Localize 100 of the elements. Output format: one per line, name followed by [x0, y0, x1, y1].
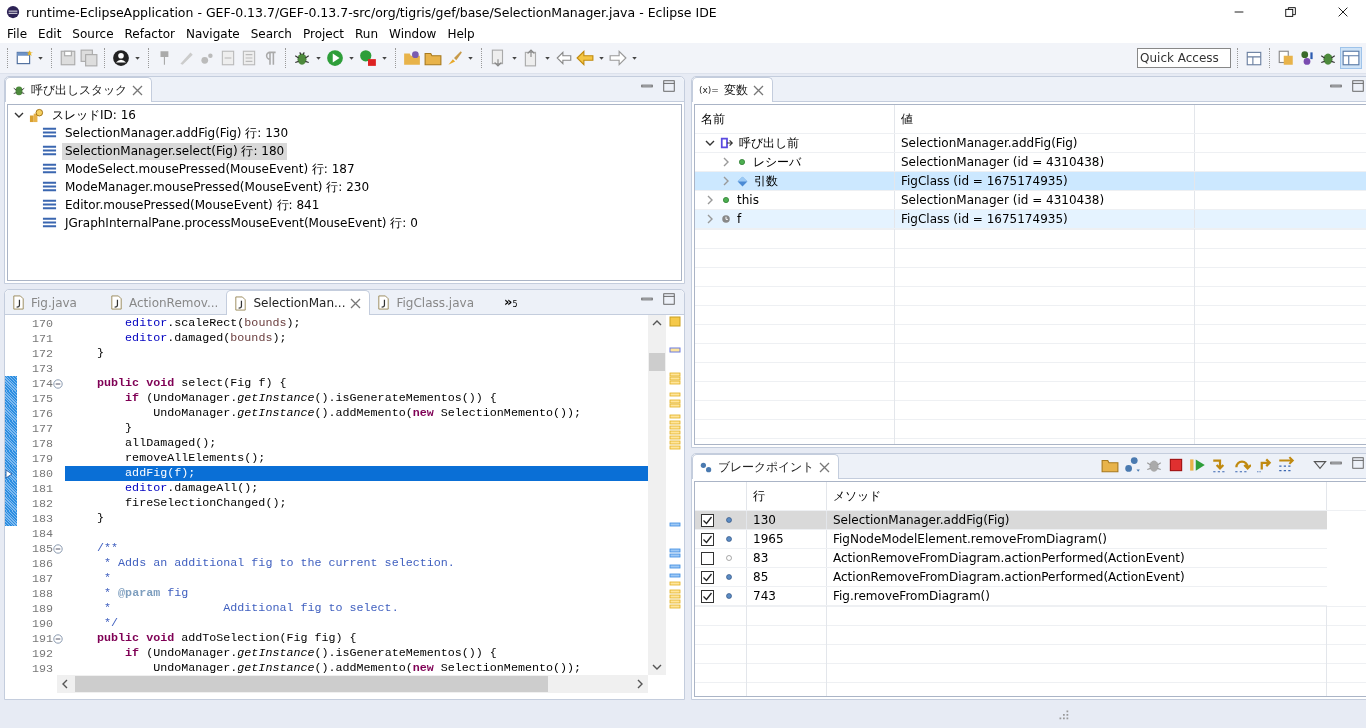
thread-label[interactable]: スレッドID: 16: [49, 106, 139, 124]
menu-item[interactable]: File: [2, 26, 34, 41]
menu-item[interactable]: Source: [67, 26, 120, 41]
breakpoints-icon: [699, 460, 713, 474]
collapse-icon[interactable]: [53, 378, 63, 389]
stack-frame[interactable]: Editor.mousePressed(MouseEvent) 行: 841: [62, 196, 323, 214]
chevron-right-icon[interactable]: [721, 176, 731, 186]
open-perspective-icon[interactable]: [1245, 49, 1263, 67]
resume-icon[interactable]: [1189, 456, 1207, 474]
scroll-thumb[interactable]: [649, 353, 665, 371]
maximize-icon[interactable]: [662, 79, 676, 93]
line-number: 743: [753, 589, 776, 603]
line-number: 187: [30, 571, 53, 586]
stack-frame[interactable]: JGraphInternalPane.processMouseEvent(MouseEvent) 行: 0: [62, 214, 421, 232]
maximize-icon[interactable]: [1351, 79, 1365, 93]
close-icon[interactable]: [350, 297, 362, 309]
variable-name[interactable]: 呼び出し前: [739, 134, 799, 152]
variable-name[interactable]: f: [737, 212, 742, 226]
method-name[interactable]: ActionRemoveFromDiagram.actionPerformed(ActionEvent): [833, 570, 1185, 584]
menu-item[interactable]: Navigate: [180, 26, 246, 41]
menu-item[interactable]: Window: [384, 26, 443, 41]
code-line: editor.scaleRect(bounds);: [124, 316, 301, 330]
line-number: 188: [30, 586, 53, 601]
variable-name[interactable]: レシーバ: [753, 153, 801, 171]
close-icon[interactable]: [132, 84, 143, 96]
restore-window-icon[interactable]: [1284, 5, 1298, 19]
line-number: 193: [30, 661, 53, 675]
line-number: 176: [30, 406, 53, 421]
close-window-icon[interactable]: [1336, 5, 1350, 19]
person-icon[interactable]: [112, 49, 130, 67]
method-name[interactable]: SelectionManager.addFig(Fig): [833, 513, 1010, 527]
drop-to-frame-icon[interactable]: [1277, 456, 1295, 474]
menu-item[interactable]: Help: [442, 26, 481, 41]
open-project-icon[interactable]: [403, 49, 421, 67]
chevron-right-icon[interactable]: [705, 195, 715, 205]
checkbox[interactable]: [701, 513, 714, 527]
collapse-icon[interactable]: [53, 633, 63, 644]
dot-icon: [720, 194, 732, 206]
maximize-icon[interactable]: [662, 292, 676, 306]
menu-item[interactable]: Search: [245, 26, 298, 41]
chevron-down-icon[interactable]: [14, 110, 24, 120]
variable-name[interactable]: 引数: [754, 172, 778, 190]
menu-item[interactable]: Project: [297, 26, 351, 41]
code-line: fireSelectionChanged();: [124, 496, 287, 510]
column-header[interactable]: メソッド: [833, 487, 881, 505]
save-all-icon[interactable]: [80, 49, 98, 67]
stack-frame[interactable]: ModeManager.mousePressed(MouseEvent) 行: 230: [62, 178, 373, 196]
checkbox[interactable]: [701, 570, 714, 584]
stack-frame[interactable]: SelectionManager.addFig(Fig) 行: 130: [62, 124, 292, 142]
variable-name[interactable]: this: [737, 193, 759, 207]
thread-icon: [29, 107, 44, 123]
column-header[interactable]: 行: [753, 487, 765, 505]
code-line: if (UndoManager.getInstance().isGenerateMementos()) {: [124, 391, 497, 405]
breakpoints-tab[interactable]: ブレークポイント: [692, 454, 839, 479]
close-icon[interactable]: [819, 461, 830, 473]
checkbox[interactable]: [701, 532, 714, 546]
clock-icon: [720, 213, 732, 225]
close-icon[interactable]: [752, 84, 764, 96]
window-title: runtime-EclipseApplication - GEF-0.13.7/GEF-0.13.7-src/org/tigris/gef/base/SelectionManager.java - Eclipse IDE: [26, 4, 718, 20]
horizontal-scrollbar[interactable]: [57, 675, 648, 693]
checkbox[interactable]: [701, 551, 714, 565]
menu-item[interactable]: Run: [350, 26, 385, 41]
chevron-right-icon[interactable]: [705, 214, 715, 224]
stack-frame[interactable]: ModeSelect.mousePressed(MouseEvent) 行: 187: [62, 160, 358, 178]
scroll-thumb[interactable]: [75, 676, 548, 692]
new-window-icon[interactable]: [15, 49, 33, 67]
line-number: 192: [30, 646, 53, 661]
variables-tab[interactable]: (x)= 変数: [692, 77, 773, 102]
code-line: *: [103, 571, 112, 585]
variable-value: FigClass (id = 1675174935): [901, 212, 1068, 226]
maximize-icon[interactable]: [1351, 456, 1365, 470]
step-return-icon[interactable]: [1255, 456, 1273, 474]
menu-item[interactable]: Edit: [33, 26, 68, 41]
column-header[interactable]: 値: [901, 110, 913, 128]
method-name[interactable]: ActionRemoveFromDiagram.actionPerformed(ActionEvent): [833, 551, 1185, 565]
code-line: UndoManager.getInstance().addMemento(new SelectionMemento());: [152, 406, 582, 420]
stop-icon[interactable]: [1167, 456, 1185, 474]
call-stack-tab[interactable]: 呼び出しスタック: [5, 77, 152, 102]
collapse-icon[interactable]: [53, 543, 63, 554]
vertical-scrollbar[interactable]: [648, 315, 666, 675]
menu-item[interactable]: Refactor: [119, 26, 181, 41]
save-icon[interactable]: [59, 49, 77, 67]
line-number: 191: [30, 631, 53, 646]
stack-frame[interactable]: SelectionManager.select(Fig) 行: 180: [62, 142, 288, 160]
layout-icon: [1342, 49, 1360, 67]
code-line: * Additional fig to select.: [103, 601, 399, 615]
checkbox[interactable]: [701, 589, 714, 603]
code-line: }: [96, 346, 105, 360]
method-name[interactable]: Fig.removeFromDiagram(): [833, 589, 990, 603]
quick-access-field[interactable]: Quick Access: [1137, 48, 1231, 68]
editor-tab[interactable]: SelectionMan...: [226, 290, 371, 315]
method-name[interactable]: FigNodeModelElement.removeFromDiagram(): [833, 532, 1107, 546]
diamond-icon: [736, 174, 749, 188]
line-number: 173: [30, 361, 53, 376]
bug-icon[interactable]: [293, 49, 311, 67]
breakpoint-group-icon[interactable]: [1123, 456, 1141, 474]
more-tabs-button[interactable]: »$_{5}$: [504, 294, 518, 314]
column-header[interactable]: 名前: [701, 110, 725, 128]
chevron-right-icon[interactable]: [721, 157, 731, 167]
chevron-down-icon[interactable]: [705, 138, 715, 148]
